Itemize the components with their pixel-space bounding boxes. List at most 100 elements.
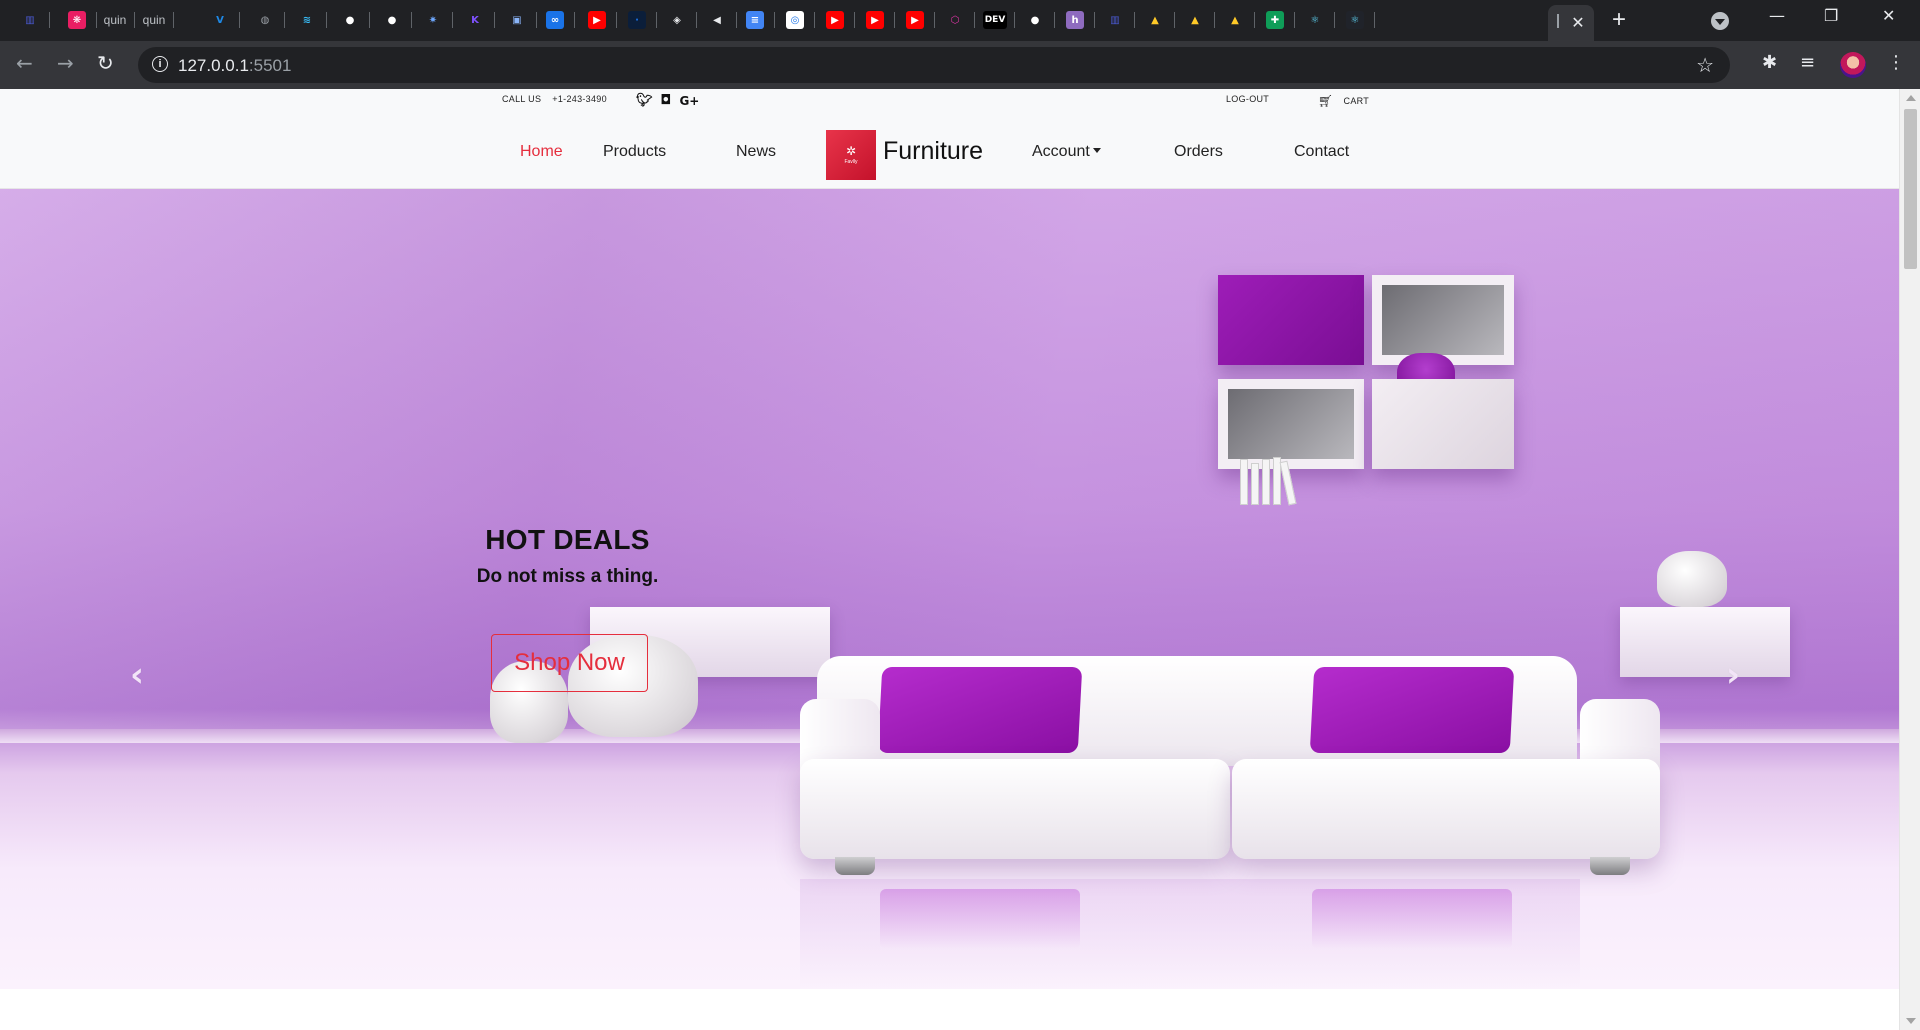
browser-tab[interactable]: ▶ xyxy=(895,6,935,34)
browser-tab[interactable]: quin xyxy=(95,6,135,34)
menu-kebab-icon[interactable]: ⋮ xyxy=(1887,52,1905,73)
restore-button[interactable]: ❐ xyxy=(1824,6,1838,25)
bookmark-star-icon[interactable]: ☆ xyxy=(1696,53,1714,77)
tab-separator xyxy=(494,12,495,28)
site-logo[interactable]: ✲ Favlly xyxy=(826,130,876,180)
browser-tab[interactable]: h xyxy=(1055,6,1095,34)
browser-tab[interactable]: ● xyxy=(330,6,370,34)
browser-tab[interactable]: ❋ xyxy=(57,6,97,34)
tab-separator xyxy=(326,12,327,28)
cart-link[interactable]: 🛒︎ CART xyxy=(1318,94,1369,108)
tab-active[interactable]: ✕ xyxy=(1548,5,1594,41)
sheets-plus-tab-icon: ✚ xyxy=(1266,11,1284,29)
scroll-thumb[interactable] xyxy=(1904,109,1917,269)
browser-tab[interactable]: ▥ xyxy=(10,6,50,34)
browser-tab[interactable]: ≡ xyxy=(735,6,775,34)
firebase-tab-icon: ▲ xyxy=(1146,11,1164,29)
youtube-tab-icon: ▶ xyxy=(866,11,884,29)
browser-tab[interactable]: ⚛ xyxy=(1335,6,1375,34)
media-control-icon[interactable]: ≡ xyxy=(1800,52,1815,73)
tab-separator xyxy=(411,12,412,28)
react-tab-icon: ⚛ xyxy=(1306,11,1324,29)
site-info-icon[interactable]: i xyxy=(152,56,168,72)
tab-search-icon[interactable] xyxy=(1711,12,1729,30)
browser-tab[interactable]: ◈ xyxy=(657,6,697,34)
browser-tab[interactable]: ▶ xyxy=(815,6,855,34)
browser-tab[interactable]: ✷ xyxy=(413,6,453,34)
close-tab-icon[interactable]: ✕ xyxy=(1571,13,1584,33)
logout-link[interactable]: LOG-OUT xyxy=(1226,94,1269,104)
browser-tab[interactable]: ⬡ xyxy=(935,6,975,34)
instagram-icon[interactable]: ◘ xyxy=(661,93,672,108)
globe-tab-icon: ◍ xyxy=(256,11,274,29)
browser-tab[interactable]: ⚛ xyxy=(1295,6,1335,34)
new-tab-button[interactable]: + xyxy=(1612,8,1626,32)
dark-tab-icon: · xyxy=(628,11,646,29)
nav-orders[interactable]: Orders xyxy=(1174,143,1223,161)
url-text[interactable]: 127.0.0.1:5501 xyxy=(178,56,291,76)
browser-tab[interactable]: ∞ xyxy=(535,6,575,34)
browser-tab[interactable]: ● xyxy=(1015,6,1055,34)
nav-contact[interactable]: Contact xyxy=(1294,143,1349,161)
youtube-tab-icon: ▶ xyxy=(826,11,844,29)
browser-tab[interactable]: V xyxy=(200,6,240,34)
browser-tab[interactable]: · xyxy=(617,6,657,34)
sofa-seat-right xyxy=(1232,759,1660,859)
react-pink-tab-icon: ❋ xyxy=(68,11,86,29)
tab-separator xyxy=(1374,12,1375,28)
star-tab-icon: ✷ xyxy=(424,11,442,29)
forward-icon[interactable]: → xyxy=(57,51,74,75)
profile-avatar[interactable] xyxy=(1840,52,1866,78)
browser-tab[interactable]: ▲ xyxy=(1135,6,1175,34)
google-plus-icon[interactable]: G+ xyxy=(679,94,699,108)
youtube-tab-icon: ▶ xyxy=(588,11,606,29)
twitter-icon[interactable]: 🐦︎ xyxy=(636,93,653,108)
nav-news[interactable]: News xyxy=(736,143,776,161)
phone-number[interactable]: +1-243-3490 xyxy=(552,94,607,104)
browser-tab[interactable]: ✚ xyxy=(1255,6,1295,34)
browser-tab[interactable]: ◎ xyxy=(775,6,815,34)
tab-separator xyxy=(284,12,285,28)
browser-tab[interactable]: ▲ xyxy=(1175,6,1215,34)
browser-tab[interactable]: ● xyxy=(372,6,412,34)
docs-tab-icon: ≡ xyxy=(746,11,764,29)
browser-tab[interactable]: quin xyxy=(134,6,174,34)
browser-tab[interactable]: ▶ xyxy=(577,6,617,34)
youtube-tab-icon: ▶ xyxy=(906,11,924,29)
browser-tab[interactable]: ▲ xyxy=(1215,6,1255,34)
social-links: 🐦︎ ◘ G+ xyxy=(636,93,699,108)
tab-separator xyxy=(239,12,240,28)
tab-separator xyxy=(173,12,174,28)
scroll-down-icon[interactable] xyxy=(1906,1018,1916,1024)
minimize-button[interactable]: — xyxy=(1769,6,1785,25)
page-scrollbar[interactable] xyxy=(1899,89,1920,1030)
extensions-icon[interactable]: ✱ xyxy=(1762,52,1777,73)
carousel-next-icon[interactable]: › xyxy=(1726,655,1740,695)
dev-tab-icon: DEV xyxy=(983,11,1007,29)
browser-tab[interactable]: ≋ xyxy=(287,6,327,34)
nav-home[interactable]: Home xyxy=(520,143,563,161)
address-bar[interactable]: i 127.0.0.1:5501 ☆ xyxy=(138,47,1730,83)
analytics-tab-icon: ▥ xyxy=(1106,11,1124,29)
nav-products[interactable]: Products xyxy=(603,143,666,161)
nav-account-dropdown[interactable]: Account xyxy=(1032,143,1101,161)
browser-tab[interactable]: ▣ xyxy=(497,6,537,34)
tab-title: quin xyxy=(142,13,166,27)
reload-icon[interactable]: ↻ xyxy=(97,51,114,75)
browser-tab[interactable]: K xyxy=(455,6,495,34)
browser-tab[interactable]: ▶ xyxy=(855,6,895,34)
browser-tab[interactable]: DEV xyxy=(975,6,1015,34)
url-host: 127.0.0.1 xyxy=(178,56,249,75)
carousel-prev-icon[interactable]: ‹ xyxy=(130,655,144,695)
scroll-up-icon[interactable] xyxy=(1906,95,1916,101)
brand-name[interactable]: Furniture xyxy=(883,137,983,166)
tab-separator xyxy=(369,12,370,28)
browser-tab[interactable]: ◍ xyxy=(245,6,285,34)
close-window-button[interactable]: ✕ xyxy=(1882,6,1895,25)
browser-tab[interactable]: ◀ xyxy=(697,6,737,34)
back-icon[interactable]: ← xyxy=(16,51,33,75)
sofa-seat-left xyxy=(800,759,1230,859)
camera-tab-icon: ◎ xyxy=(786,11,804,29)
shop-now-button[interactable]: Shop Now xyxy=(491,634,648,692)
browser-tab[interactable]: ▥ xyxy=(1095,6,1135,34)
